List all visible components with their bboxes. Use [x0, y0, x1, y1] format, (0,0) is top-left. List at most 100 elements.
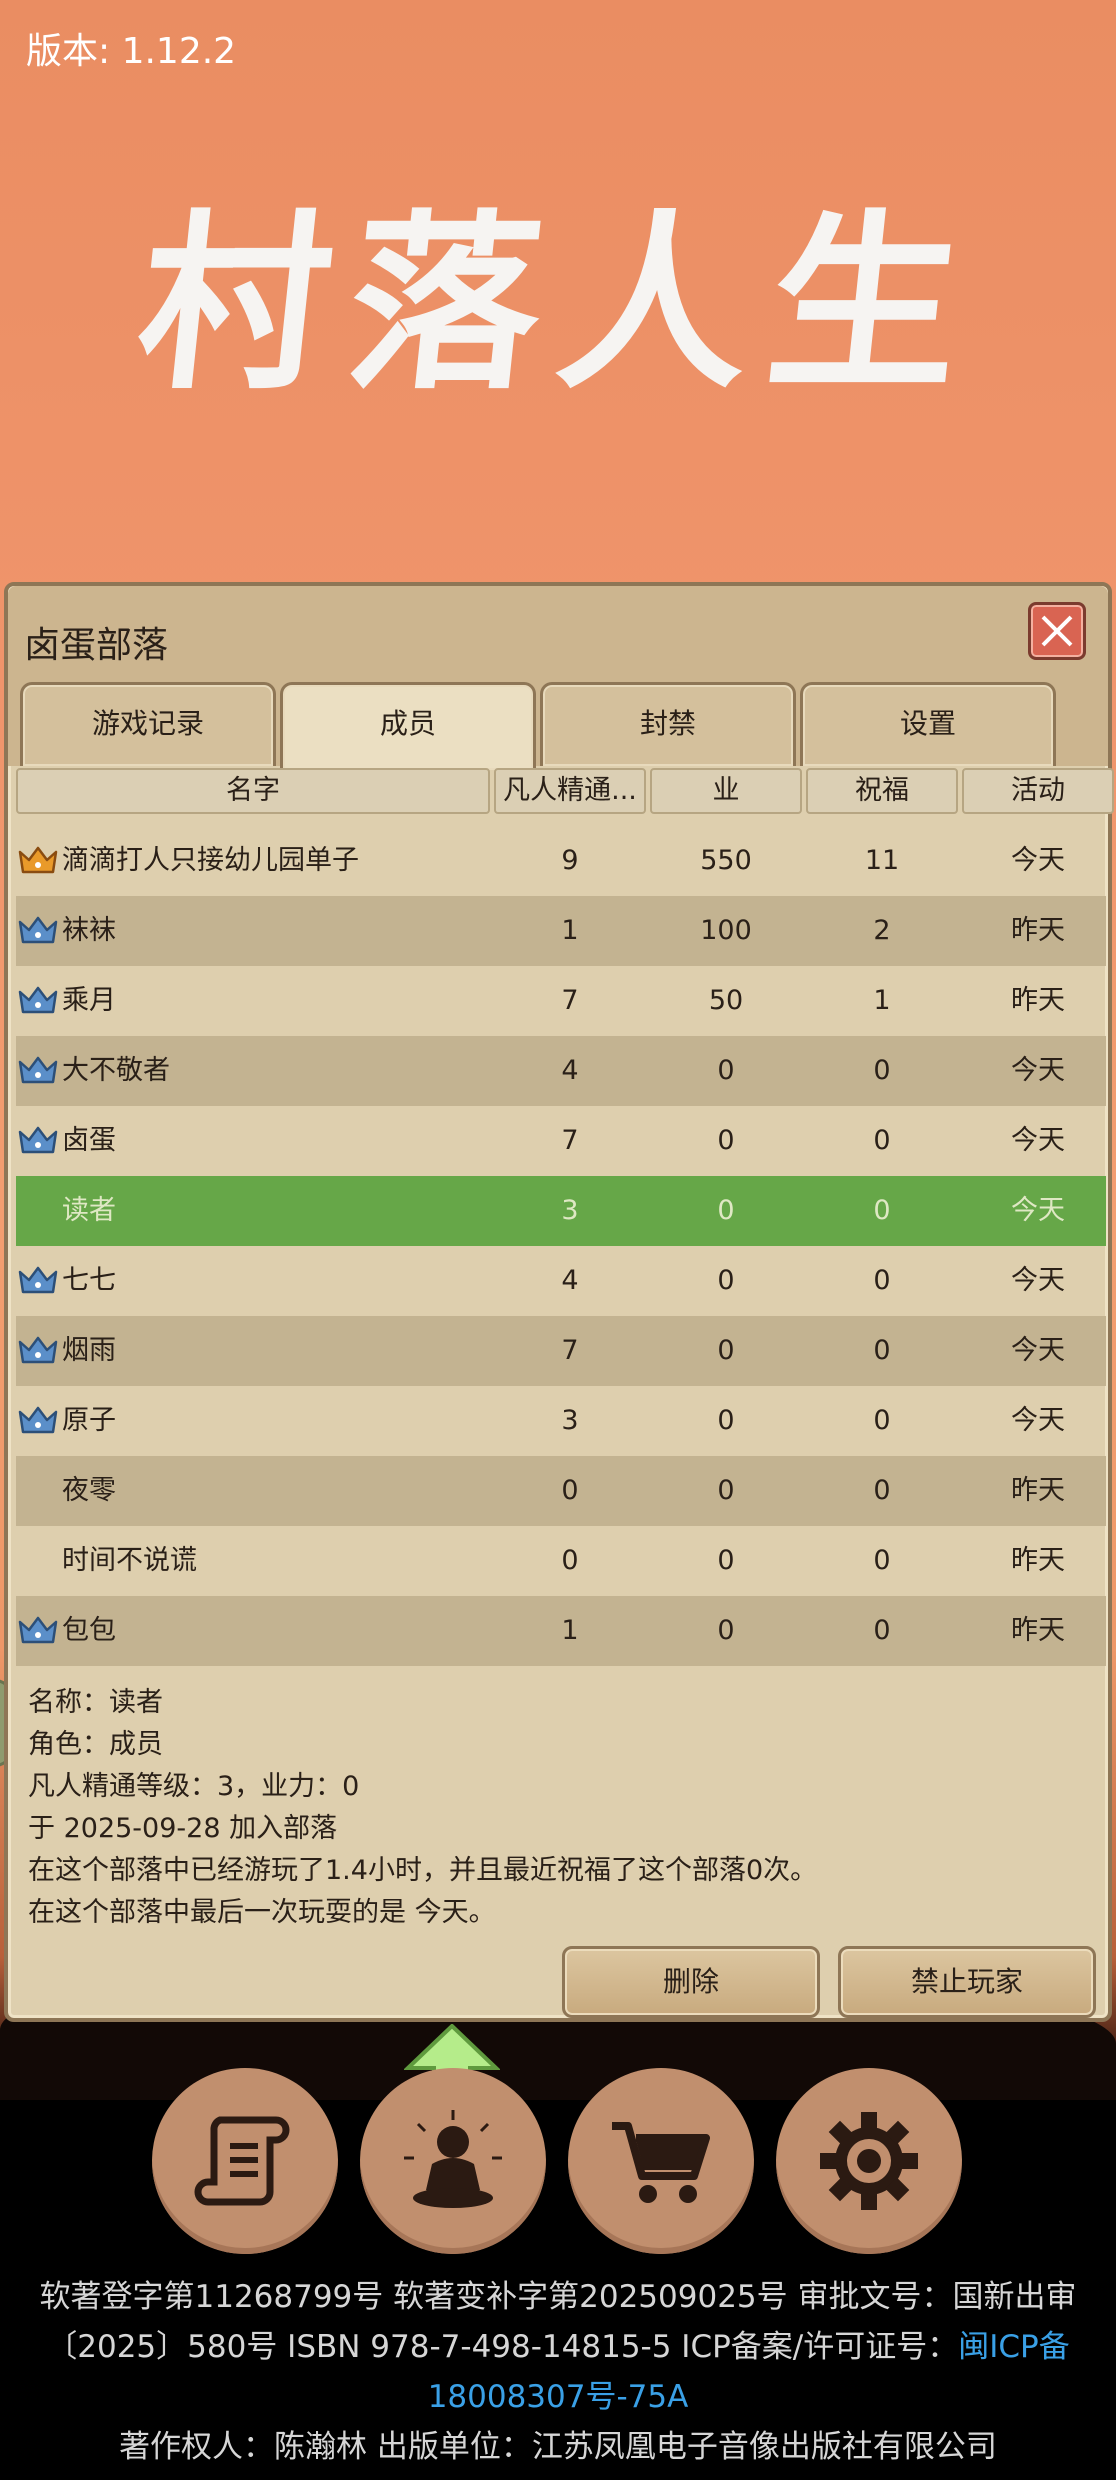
member-karma: 0 [717, 1265, 735, 1296]
member-karma: 50 [708, 985, 744, 1016]
tab-bans[interactable]: 封禁 [540, 682, 796, 766]
member-blessing: 0 [873, 1475, 891, 1506]
member-blessing: 1 [873, 985, 891, 1016]
gear-icon [820, 2112, 918, 2210]
member-blessing: 0 [873, 1265, 891, 1296]
member-activity: 今天 [1011, 1335, 1065, 1366]
table-row[interactable]: 七七 4 0 0 今天 [16, 1246, 1106, 1316]
member-activity: 今天 [1011, 1055, 1065, 1086]
member-blessing: 2 [873, 915, 891, 946]
tab-game-log[interactable]: 游戏记录 [20, 682, 276, 766]
ban-player-button[interactable]: 禁止玩家 [838, 1946, 1096, 2018]
table-row[interactable]: 滴滴打人只接幼儿园单子 9 550 11 今天 [16, 826, 1106, 896]
member-blessing: 0 [873, 1195, 891, 1226]
table-row[interactable]: 大不敬者 4 0 0 今天 [16, 1036, 1106, 1106]
column-header-blessing[interactable]: 祝福 [806, 768, 958, 814]
member-activity: 昨天 [1011, 1615, 1065, 1646]
member-karma: 100 [700, 915, 752, 946]
table-row-selected[interactable]: 读者 3 0 0 今天 [16, 1176, 1106, 1246]
member-karma: 0 [717, 1405, 735, 1436]
table-row[interactable]: 夜零 0 0 0 昨天 [16, 1456, 1106, 1526]
member-name: 读者 [62, 1195, 116, 1226]
nav-settings-button[interactable] [776, 2068, 962, 2254]
crown-blue-icon [18, 986, 58, 1014]
table-row[interactable]: 卤蛋 7 0 0 今天 [16, 1106, 1106, 1176]
member-mastery: 1 [561, 915, 579, 946]
tab-members[interactable]: 成员 [280, 682, 536, 770]
member-name: 烟雨 [62, 1335, 116, 1366]
crown-blue-icon [18, 916, 58, 944]
member-mastery: 4 [561, 1055, 579, 1086]
close-button[interactable] [1028, 602, 1086, 660]
member-mastery: 9 [561, 845, 579, 876]
footer-line-1: 软著登字第11268799号 软著变补字第202509025号 审批文号：国新出… [39, 2279, 1077, 2315]
member-mastery: 0 [561, 1545, 579, 1576]
nav-log-button[interactable] [152, 2068, 338, 2254]
crown-blue-icon [18, 1616, 58, 1644]
nav-meditate-button[interactable] [360, 2068, 546, 2254]
crown-gold-icon [18, 846, 58, 874]
member-karma: 0 [717, 1545, 735, 1576]
crown-blue-icon [18, 1056, 58, 1084]
member-name: 乘月 [62, 985, 116, 1016]
column-header-karma[interactable]: 业 [650, 768, 802, 814]
member-blessing: 0 [873, 1405, 891, 1436]
member-mastery: 7 [561, 985, 579, 1016]
table-row[interactable]: 时间不说谎 0 0 0 昨天 [16, 1526, 1106, 1596]
version-label: 版本: 1.12.2 [26, 31, 237, 72]
table-row[interactable]: 烟雨 7 0 0 今天 [16, 1316, 1106, 1386]
member-name: 卤蛋 [62, 1125, 116, 1156]
table-row[interactable]: 乘月 7 50 1 昨天 [16, 966, 1106, 1036]
member-blessing: 11 [864, 845, 900, 876]
column-header-activity[interactable]: 活动 [962, 768, 1114, 814]
detail-last-played: 在这个部落中最后一次玩耍的是 今天。 [28, 1897, 496, 1928]
member-activity: 今天 [1011, 1405, 1065, 1436]
member-blessing: 0 [873, 1125, 891, 1156]
tribe-dialog: 卤蛋部落 游戏记录 成员 封禁 设置 名字 凡人精通... 业 祝福 活动 滴滴… [4, 582, 1114, 2022]
member-name: 原子 [62, 1405, 116, 1436]
detail-mastery-karma: 凡人精通等级：3，业力：0 [28, 1771, 360, 1802]
member-mastery: 1 [561, 1615, 579, 1646]
member-activity: 昨天 [1011, 1475, 1065, 1506]
member-activity: 今天 [1011, 1265, 1065, 1296]
member-karma: 550 [700, 845, 752, 876]
member-karma: 0 [717, 1195, 735, 1226]
nav-shop-button[interactable] [568, 2068, 754, 2254]
member-activity: 今天 [1011, 845, 1065, 876]
table-row[interactable]: 原子 3 0 0 今天 [16, 1386, 1106, 1456]
footer-line-2: 〔2025〕580号 ISBN 978-7-498-14815-5 ICP备案/… [0, 2322, 1116, 2372]
column-header-mastery[interactable]: 凡人精通... [494, 768, 646, 814]
table-row[interactable]: 袜袜 1 100 2 昨天 [16, 896, 1106, 966]
member-mastery: 4 [561, 1265, 579, 1296]
game-logo: 村落人生 [128, 190, 991, 420]
crown-blue-icon [18, 1336, 58, 1364]
icp-link[interactable]: 闽ICP备 [958, 2329, 1069, 2365]
member-activity: 昨天 [1011, 915, 1065, 946]
members-table: 滴滴打人只接幼儿园单子 9 550 11 今天 袜袜 1 100 2 昨天 乘月 7 50 1 昨天 大不敬者… [16, 826, 1106, 1666]
member-activity: 今天 [1011, 1125, 1065, 1156]
footer-legal: 软著登字第11268799号 软著变补字第202509025号 审批文号：国新出… [0, 2272, 1116, 2472]
member-name: 大不敬者 [62, 1055, 170, 1086]
dialog-title: 卤蛋部落 [24, 625, 169, 666]
members-table-header: 名字 凡人精通... 业 祝福 活动 [16, 768, 1114, 818]
member-blessing: 0 [873, 1335, 891, 1366]
member-activity: 昨天 [1011, 985, 1065, 1016]
member-karma: 0 [717, 1615, 735, 1646]
tab-settings[interactable]: 设置 [800, 682, 1056, 766]
member-karma: 0 [717, 1055, 735, 1086]
member-mastery: 3 [561, 1195, 579, 1226]
cart-icon [612, 2122, 710, 2203]
member-name: 包包 [62, 1615, 116, 1646]
table-row[interactable]: 包包 1 0 0 昨天 [16, 1596, 1106, 1666]
delete-button[interactable]: 删除 [562, 1946, 820, 2018]
member-blessing: 0 [873, 1055, 891, 1086]
member-activity: 昨天 [1011, 1545, 1065, 1576]
member-name: 七七 [62, 1265, 116, 1296]
footer-line-3: 18008307号-75A [0, 2372, 1116, 2422]
icp-link-number[interactable]: 18008307号-75A [428, 2379, 689, 2415]
logo-text: 村落人生 [128, 194, 992, 415]
column-header-name[interactable]: 名字 [16, 768, 490, 814]
member-details: 名称：读者 角色：成员 凡人精通等级：3，业力：0 于 2025-09-28 加… [28, 1682, 817, 1934]
footer-line-4: 著作权人：陈瀚林 出版单位：江苏凤凰电子音像出版社有限公司 [119, 2429, 997, 2465]
member-blessing: 0 [873, 1615, 891, 1646]
